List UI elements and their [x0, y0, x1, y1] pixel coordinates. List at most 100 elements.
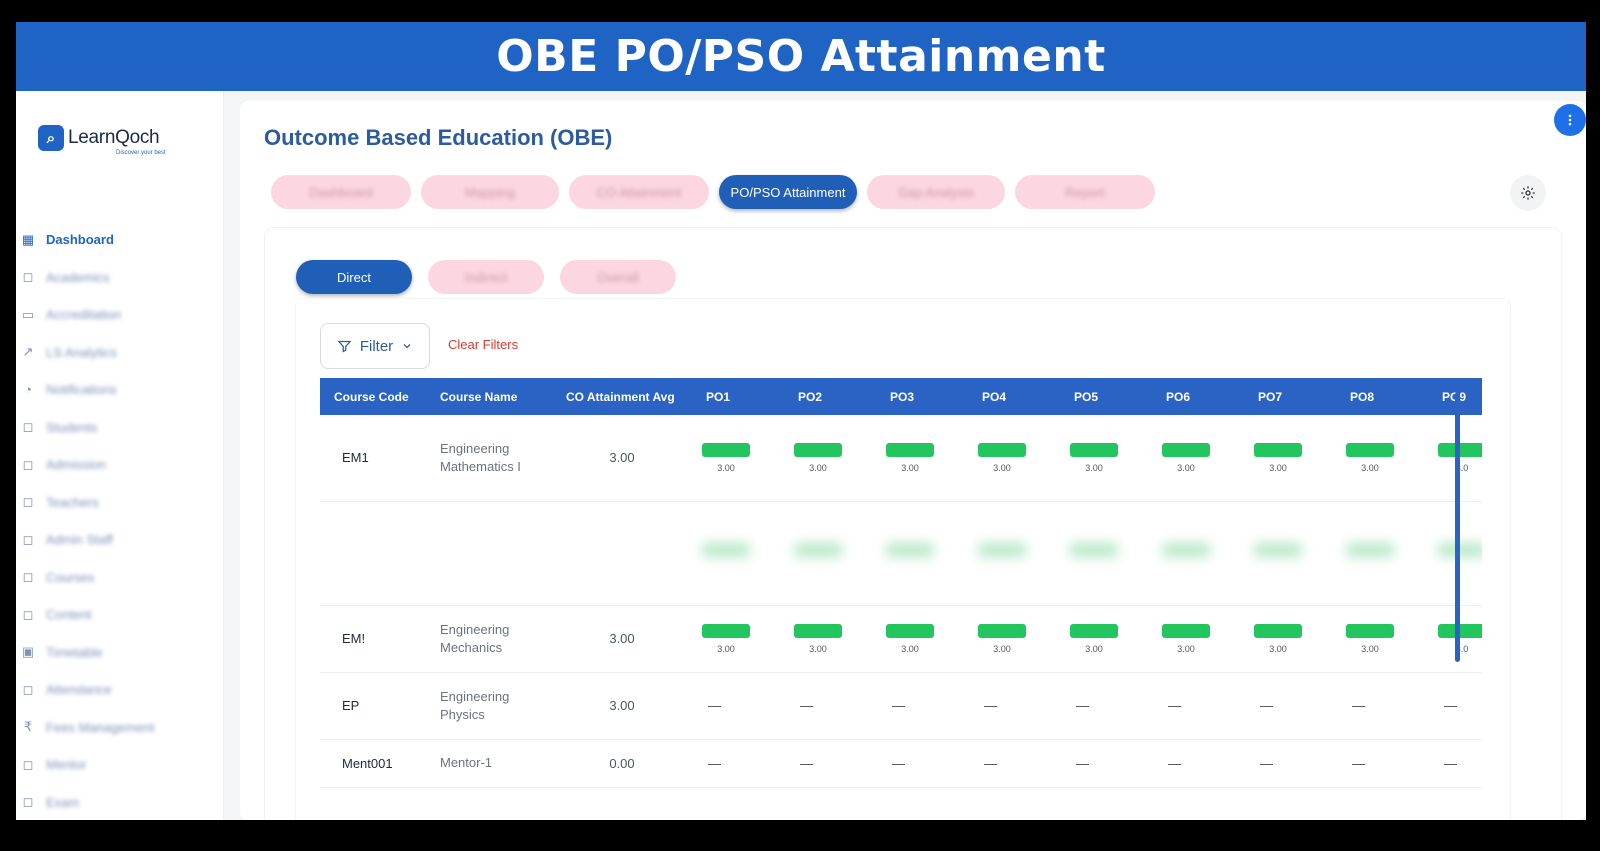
brand-tagline: Discover your best	[116, 150, 166, 156]
sidebar-item-admin-staff[interactable]: ◻ Admin Staff	[16, 521, 224, 559]
table-row[interactable]: EM1 Engineering Mathematics I 3.00 3.00 3.00…	[320, 415, 1482, 502]
attainment-value: 3.00	[1361, 462, 1379, 473]
sidebar-item-admission[interactable]: ◻ Admission	[16, 446, 224, 484]
table-scrollbar[interactable]	[1454, 378, 1462, 820]
po-cell: 3.00	[1244, 415, 1336, 502]
table-row[interactable]: Ment001 Mentor-1 0.00— — — — — — — — —	[320, 739, 1482, 788]
analytics-icon: ↗	[22, 344, 34, 360]
sidebar-item-mentor[interactable]: ◻ Mentor	[16, 746, 224, 784]
po-cell: 3.00	[1336, 605, 1428, 673]
po-cell: 3.00	[1152, 415, 1244, 502]
attainment-value: 3.00	[809, 462, 827, 473]
app-window: ⌕ LearnQoch Discover your best ▦ Dashboar…	[16, 91, 1586, 820]
sidebar-item-label: Notifications	[46, 382, 117, 398]
po-attainment-table: Course Code Course Name CO Attainment Avg P…	[320, 378, 1482, 788]
courses-icon: ◻	[22, 569, 34, 585]
attainment-bar	[1070, 442, 1118, 457]
tab-gap-analysis[interactable]: Gap Analysis	[867, 175, 1005, 209]
table-row[interactable]: EP Engineering Physics 3.00— — — — — — — — —	[320, 672, 1482, 740]
more-options-button[interactable]	[1554, 104, 1586, 136]
sidebar-item-label: Timetable	[46, 644, 103, 660]
sidebar-item-students[interactable]: ◻ Students	[16, 409, 224, 447]
chevron-down-icon	[403, 344, 411, 349]
mentor-icon: ◻	[22, 756, 34, 772]
table-row[interactable]: EM! Engineering Mechanics 3.00 3.00 3.00 3.00…	[320, 605, 1482, 673]
attainment-bar	[1254, 543, 1302, 557]
tab-label: Dashboard	[309, 184, 373, 200]
subtab-overall[interactable]: Overall	[560, 260, 676, 294]
po-cell: 3.00	[1336, 415, 1428, 502]
po-cell: —	[1336, 739, 1428, 788]
scroll-up-arrow-icon[interactable]	[1454, 378, 1462, 384]
column-header-po2[interactable]: PO2	[784, 378, 876, 415]
sidebar-item-accreditation[interactable]: ▭ Accreditation	[16, 296, 224, 334]
tab-co-attainment[interactable]: CO Attainment	[569, 175, 709, 209]
attainment-type-tabs: Direct Indirect Overall	[296, 260, 676, 294]
attainment-value: 3.00	[1269, 643, 1287, 654]
tab-label: Mapping	[465, 184, 515, 200]
po-cell: —	[1060, 739, 1152, 788]
column-header-course-code[interactable]: Course Code	[320, 378, 426, 415]
calendar-icon: ▣	[21, 644, 35, 660]
column-header-po7[interactable]: PO7	[1244, 378, 1336, 415]
sidebar-item-courses[interactable]: ◻ Courses	[16, 559, 224, 597]
table-body: EM1 Engineering Mathematics I 3.00 3.00 3.00…	[320, 415, 1482, 788]
column-header-po3[interactable]: PO3	[876, 378, 968, 415]
attainment-value: 3.00	[1269, 462, 1287, 473]
sidebar-item-label: Mentor	[46, 757, 87, 773]
tab-report[interactable]: Report	[1015, 175, 1155, 209]
column-header-po8[interactable]: PO8	[1336, 378, 1428, 415]
logo-mark-icon: ⌕	[38, 125, 64, 151]
filter-button[interactable]: Filter	[320, 323, 430, 369]
attainment-bar	[1346, 543, 1394, 557]
tab-po-pso-attainment[interactable]: PO/PSO Attainment	[719, 175, 857, 209]
po-cell: 3.00	[1244, 605, 1336, 673]
empty-value-dash: —	[1352, 755, 1365, 771]
table-row[interactable]	[320, 501, 1482, 606]
po-cell: 3.00	[692, 605, 784, 673]
sidebar-item-content[interactable]: ◻ Content	[16, 596, 224, 634]
sidebar-item-label: Dashboard	[46, 232, 114, 248]
co-attainment-avg-cell: 3.00	[552, 605, 692, 673]
po-cell: —	[876, 672, 968, 740]
po-cell: 3.00	[692, 415, 784, 502]
sidebar-item-teachers[interactable]: ◻ Teachers	[16, 484, 224, 522]
po-cell	[1152, 501, 1244, 606]
po-cell	[876, 501, 968, 606]
document-icon: ▭	[21, 306, 35, 322]
column-header-po4[interactable]: PO4	[968, 378, 1060, 415]
po-cell: 3.00	[968, 415, 1060, 502]
sidebar-item-exam[interactable]: ◻ Exam	[16, 784, 224, 821]
attainment-value: 3.00	[993, 462, 1011, 473]
settings-button[interactable]	[1510, 175, 1546, 211]
sidebar-item-ls-analytics[interactable]: ↗ LS Analytics	[16, 334, 224, 372]
empty-value-dash: —	[708, 755, 721, 771]
column-header-po6[interactable]: PO6	[1152, 378, 1244, 415]
attainment-value: 3.00	[1177, 462, 1195, 473]
brand-logo[interactable]: ⌕ LearnQoch Discover your best	[38, 125, 166, 156]
tab-dashboard[interactable]: Dashboard	[271, 175, 411, 209]
sidebar-item-attendance[interactable]: ◻ Attendance	[16, 671, 224, 709]
subtab-indirect[interactable]: Indirect	[428, 260, 544, 294]
sidebar-item-notifications[interactable]: ◔ Notifications	[16, 371, 224, 409]
scrollbar-thumb[interactable]	[1455, 392, 1460, 662]
sidebar-item-label: Content	[46, 607, 92, 623]
column-header-co-attainment-avg[interactable]: CO Attainment Avg	[552, 378, 692, 415]
column-header-po5[interactable]: PO5	[1060, 378, 1152, 415]
attainment-bar	[1070, 623, 1118, 638]
column-header-course-name[interactable]: Course Name	[426, 378, 552, 415]
attainment-value: 3.00	[1177, 643, 1195, 654]
sidebar-item-dashboard[interactable]: ▦ Dashboard	[16, 221, 224, 259]
tab-mapping[interactable]: Mapping	[421, 175, 559, 209]
sidebar-item-academics[interactable]: ◻ Academics	[16, 259, 224, 297]
attainment-panel: Direct Indirect Overall Filter Clear Filte…	[264, 227, 1562, 820]
subtab-direct[interactable]: Direct	[296, 260, 412, 294]
sidebar-item-fees-management[interactable]: ₹ Fees Management	[16, 709, 224, 747]
column-header-po1[interactable]: PO1	[692, 378, 784, 415]
po-cell: —	[692, 672, 784, 740]
clear-filters-link[interactable]: Clear Filters	[448, 337, 518, 352]
attainment-bar	[794, 623, 842, 638]
sidebar-item-timetable[interactable]: ▣ Timetable	[16, 634, 224, 672]
main-content: Outcome Based Education (OBE) Dashboard M…	[240, 101, 1586, 820]
tab-label: PO/PSO Attainment	[730, 184, 846, 200]
